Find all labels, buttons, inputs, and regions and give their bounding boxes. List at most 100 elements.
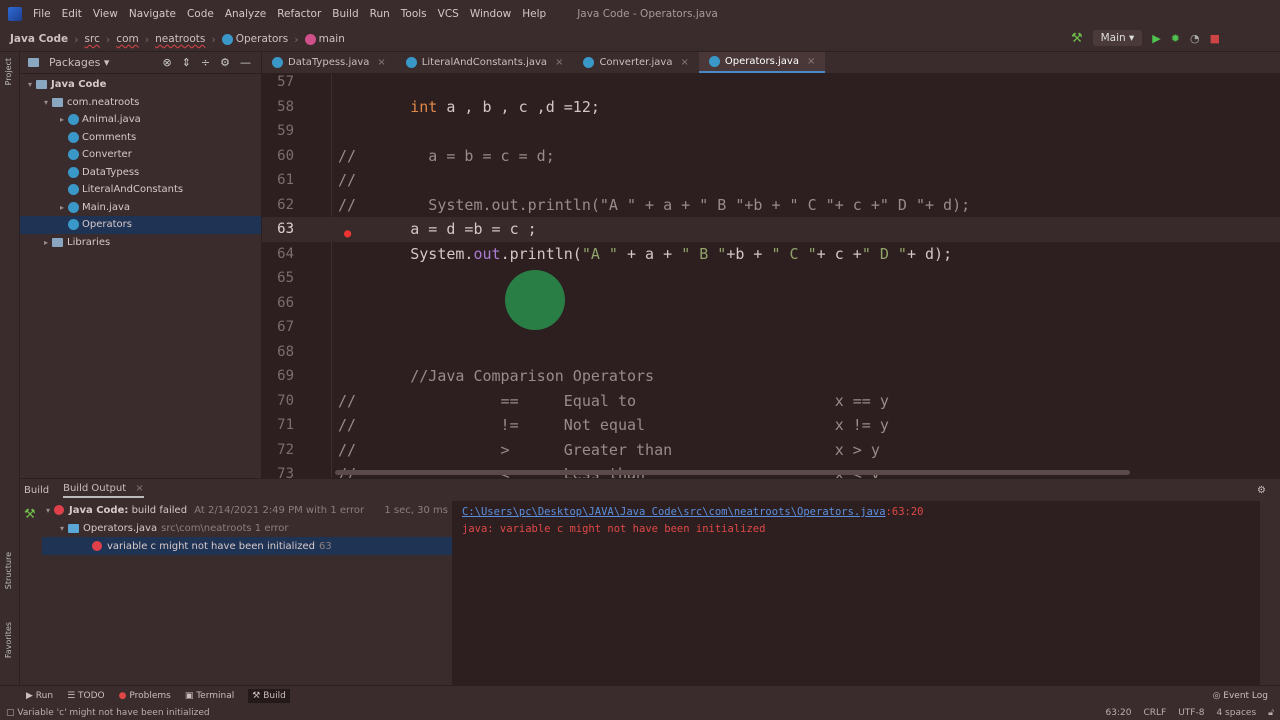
file-encoding[interactable]: UTF-8 bbox=[1178, 708, 1204, 718]
error-file-link[interactable]: C:\Users\pc\Desktop\JAVA\Java Code\src\c… bbox=[462, 506, 886, 518]
todo-tool-button[interactable]: ☰ TODO bbox=[67, 691, 105, 701]
tab-label: LiteralAndConstants.java bbox=[421, 57, 548, 68]
terminal-tool-button[interactable]: ▣ Terminal bbox=[185, 691, 234, 701]
expand-arrow-icon[interactable]: ▸ bbox=[40, 238, 52, 247]
menu-navigate[interactable]: Navigate bbox=[129, 8, 176, 20]
tab-converter-java[interactable]: Converter.java × bbox=[573, 52, 698, 73]
project-side-tab[interactable]: Project bbox=[4, 58, 13, 85]
tree-item[interactable]: Comments bbox=[20, 129, 261, 147]
build-hammer-icon[interactable]: ⚒ bbox=[1071, 31, 1083, 46]
menu-edit[interactable]: Edit bbox=[62, 8, 82, 20]
stop-icon[interactable]: ■ bbox=[1210, 32, 1220, 45]
tree-item[interactable]: ▸ Libraries bbox=[20, 234, 261, 252]
code-line[interactable]: 64 System.out.println("A " + a + " B "+b… bbox=[262, 242, 1280, 267]
menu-vcs[interactable]: VCS bbox=[438, 8, 459, 20]
problems-tool-button[interactable]: ● Problems bbox=[119, 691, 171, 701]
tree-item[interactable]: ▾ com.neatroots bbox=[20, 94, 261, 112]
tree-item[interactable]: DataTypess bbox=[20, 164, 261, 182]
menu-analyze[interactable]: Analyze bbox=[225, 8, 266, 20]
run-icon[interactable]: ▶ bbox=[1152, 32, 1160, 45]
expand-arrow-icon[interactable]: ▾ bbox=[40, 98, 52, 107]
tree-item[interactable]: ▾ Java Code bbox=[20, 76, 261, 94]
menu-tools[interactable]: Tools bbox=[401, 8, 427, 20]
code-line[interactable]: 70 // == Equal to x == y bbox=[262, 389, 1280, 414]
collapse-all-icon[interactable]: ÷ bbox=[201, 56, 210, 69]
code-line[interactable]: 61 // bbox=[262, 168, 1280, 193]
menu-window[interactable]: Window bbox=[470, 8, 511, 20]
code-line[interactable]: 72 // > Greater than x > y bbox=[262, 438, 1280, 463]
status-message[interactable]: ▢ Variable 'c' might not have been initi… bbox=[6, 708, 210, 718]
tab-datatypess-java[interactable]: DataTypess.java × bbox=[262, 52, 396, 73]
close-tab-icon[interactable]: × bbox=[555, 57, 563, 68]
code-line[interactable]: 59 bbox=[262, 119, 1280, 144]
expand-all-icon[interactable]: ⇕ bbox=[182, 56, 191, 69]
caret-position[interactable]: 63:20 bbox=[1106, 708, 1132, 718]
horizontal-scrollbar[interactable] bbox=[335, 470, 1130, 475]
tab-operators-java[interactable]: Operators.java × bbox=[698, 52, 826, 73]
code-line[interactable]: 66 bbox=[262, 291, 1280, 316]
close-tab-icon[interactable]: × bbox=[807, 56, 815, 67]
build-tool-button[interactable]: ⚒ Build bbox=[248, 688, 290, 703]
menu-code[interactable]: Code bbox=[187, 8, 214, 20]
crumb-package[interactable]: neatroots bbox=[155, 33, 205, 45]
rebuild-hammer-icon[interactable]: ⚒ bbox=[24, 507, 36, 522]
build-file-row[interactable]: ▾ Operators.java src\com\neatroots 1 error bbox=[42, 519, 452, 537]
indent-setting[interactable]: 4 spaces bbox=[1216, 708, 1256, 718]
expand-arrow-icon[interactable]: ▸ bbox=[56, 203, 68, 212]
code-line[interactable]: 60 // a = b = c = d; bbox=[262, 144, 1280, 169]
gear-icon[interactable]: ⚙ bbox=[220, 56, 230, 69]
code-editor[interactable]: 57 58 int a , b , c ,d =12; 59 60 // a = b =… bbox=[262, 74, 1280, 478]
menu-refactor[interactable]: Refactor bbox=[277, 8, 321, 20]
build-console[interactable]: C:\Users\pc\Desktop\JAVA\Java Code\src\c… bbox=[452, 501, 1260, 686]
hide-icon[interactable]: — bbox=[240, 56, 251, 69]
code-line[interactable]: 57 bbox=[262, 74, 1280, 95]
crumb-method[interactable]: main bbox=[304, 33, 345, 45]
tree-item[interactable]: LiteralAndConstants bbox=[20, 181, 261, 199]
code-line[interactable]: 58 int a , b , c ,d =12; bbox=[262, 95, 1280, 120]
code-line[interactable]: 68 bbox=[262, 340, 1280, 365]
tree-item[interactable]: ▸ Animal.java bbox=[20, 111, 261, 129]
close-tab-icon[interactable]: × bbox=[680, 57, 688, 68]
event-log-button[interactable]: ◎ Event Log bbox=[1213, 691, 1280, 701]
code-line[interactable]: 69 //Java Comparison Operators bbox=[262, 364, 1280, 389]
class-icon bbox=[583, 57, 595, 68]
run-tool-button[interactable]: ▶ Run bbox=[26, 691, 53, 701]
line-separator[interactable]: CRLF bbox=[1143, 708, 1166, 718]
tab-build[interactable]: Build bbox=[24, 485, 49, 496]
menu-help[interactable]: Help bbox=[522, 8, 546, 20]
debug-icon[interactable]: ✹ bbox=[1171, 32, 1180, 45]
crumb-com[interactable]: com bbox=[116, 33, 138, 45]
tree-item[interactable]: Converter bbox=[20, 146, 261, 164]
expand-arrow-icon[interactable]: ▸ bbox=[56, 115, 68, 124]
code-text: // System.out.println("A " + a + " B "+b… bbox=[338, 193, 970, 218]
crumb-class[interactable]: Operators bbox=[221, 33, 288, 45]
coverage-icon[interactable]: ◔ bbox=[1190, 32, 1200, 45]
view-select[interactable]: Packages ▾ bbox=[49, 56, 109, 69]
menu-run[interactable]: Run bbox=[370, 8, 390, 20]
build-error-row[interactable]: variable c might not have been initializ… bbox=[42, 537, 452, 555]
favorites-side-tab[interactable]: Favorites bbox=[4, 622, 13, 658]
expand-arrow-icon[interactable]: ▾ bbox=[24, 80, 36, 89]
code-token: // a = b = c = d; bbox=[338, 146, 555, 165]
menu-file[interactable]: File bbox=[33, 8, 51, 20]
menu-build[interactable]: Build bbox=[332, 8, 358, 20]
run-config-select[interactable]: Main ▾ bbox=[1092, 30, 1143, 46]
code-line[interactable]: 67 bbox=[262, 315, 1280, 340]
code-line[interactable]: 65 bbox=[262, 266, 1280, 291]
close-tab-icon[interactable]: × bbox=[377, 57, 385, 68]
crumb-project[interactable]: Java Code bbox=[10, 33, 68, 45]
tree-item[interactable]: Operators bbox=[20, 216, 261, 234]
code-line[interactable]: 62 // System.out.println("A " + a + " B "… bbox=[262, 193, 1280, 218]
build-root-row[interactable]: ▾ Java Code: build failed At 2/14/2021 2:… bbox=[42, 501, 452, 519]
tree-item[interactable]: ▸ Main.java bbox=[20, 199, 261, 217]
lock-icon[interactable]: 🔓︎ bbox=[1268, 708, 1274, 718]
tab-build-output[interactable]: Build Output × bbox=[63, 483, 144, 498]
structure-side-tab[interactable]: Structure bbox=[4, 552, 13, 589]
tab-literalandconstants-java[interactable]: LiteralAndConstants.java × bbox=[396, 52, 574, 73]
settings-gear-icon[interactable]: ⚙ bbox=[1257, 485, 1280, 496]
menu-view[interactable]: View bbox=[93, 8, 118, 20]
locate-icon[interactable]: ⊗ bbox=[162, 56, 171, 69]
code-line[interactable]: 71 // != Not equal x != y bbox=[262, 413, 1280, 438]
crumb-src[interactable]: src bbox=[85, 33, 100, 45]
code-line[interactable]: 63 ● a = d =b = c ; bbox=[262, 217, 1280, 242]
